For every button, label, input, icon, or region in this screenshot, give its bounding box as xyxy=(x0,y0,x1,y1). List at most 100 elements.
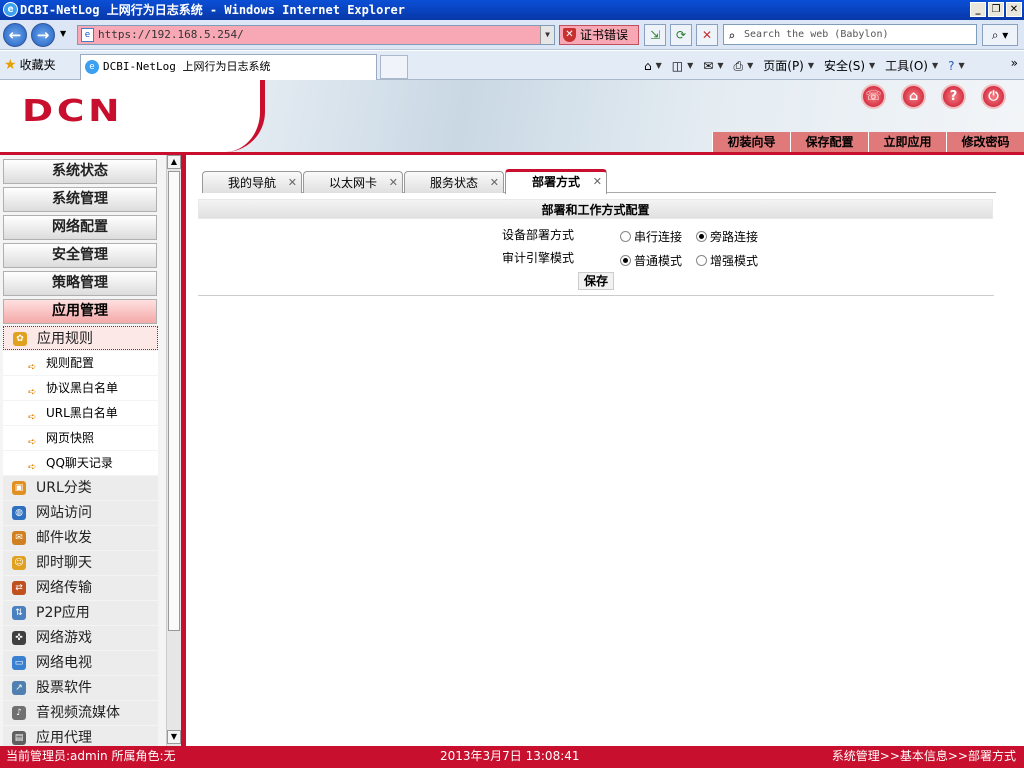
sidebar: 系统状态 系统管理 网络配置 安全管理 策略管理 应用管理 ✿ 应用规则 ➪ 规则… xyxy=(0,155,166,746)
print-icon[interactable]: ⎙ xyxy=(734,56,744,76)
sidebar-item-web-access[interactable]: ◍ 网站访问 xyxy=(3,501,158,525)
tab-my-nav[interactable]: 我的导航 ✕ xyxy=(202,171,302,193)
compat-view-button[interactable]: ⇲ xyxy=(644,24,666,46)
sidebar-scrollbar[interactable]: ▲ ▼ xyxy=(166,155,181,746)
tab-ie-icon: e xyxy=(85,60,99,74)
change-password-button[interactable]: 修改密码 xyxy=(946,132,1024,152)
logout-icon[interactable]: ⏻ xyxy=(981,84,1006,109)
sidebar-leaf-protocol-list[interactable]: ➪ 协议黑白名单 xyxy=(3,376,158,400)
sidebar-item-games[interactable]: ✜ 网络游戏 xyxy=(3,626,158,650)
mail-icon: ✉ xyxy=(12,531,26,545)
sidebar-item-streaming[interactable]: ♪ 音视频流媒体 xyxy=(3,701,158,725)
sidebar-cat-policy[interactable]: 策略管理 xyxy=(3,271,157,296)
globe-icon: ◍ xyxy=(12,506,26,520)
sidebar-item-app-rules[interactable]: ✿ 应用规则 xyxy=(3,326,158,350)
sidebar-item-url-category[interactable]: ▣ URL分类 xyxy=(3,476,158,500)
window-titlebar: e DCBI-NetLog 上网行为日志系统 - Windows Interne… xyxy=(0,0,1024,20)
maximize-button[interactable]: ❐ xyxy=(988,2,1004,17)
sidebar-cat-system-management[interactable]: 系统管理 xyxy=(3,187,157,212)
sidebar-leaf-page-snapshot[interactable]: ➪ 网页快照 xyxy=(3,426,158,450)
scroll-up-icon[interactable]: ▲ xyxy=(167,155,181,169)
app-header: DCN ☏ ⌂ ? ⏻ 初装向导 保存配置 立即应用 修改密码 xyxy=(0,80,1024,152)
history-dropdown-icon[interactable]: ▼ xyxy=(60,29,66,38)
close-tab-icon[interactable]: ✕ xyxy=(389,172,398,194)
sidebar-item-net-transfer[interactable]: ⇄ 网络传输 xyxy=(3,576,158,600)
window-title: DCBI-NetLog 上网行为日志系统 - Windows Internet … xyxy=(20,3,405,17)
tab-ethernet[interactable]: 以太网卡 ✕ xyxy=(303,171,403,193)
search-go-button[interactable]: ⌕ ▾ xyxy=(982,24,1018,46)
media-icon: ♪ xyxy=(12,706,26,720)
phone-icon[interactable]: ☏ xyxy=(861,84,886,109)
sidebar-leaf-qq-log[interactable]: ➪ QQ聊天记录 xyxy=(3,451,158,475)
engine-normal-option[interactable]: 普通模式 xyxy=(620,250,682,272)
back-button[interactable]: ← xyxy=(3,23,27,47)
tab-service-status[interactable]: 服务状态 ✕ xyxy=(404,171,504,193)
favorites-button[interactable]: ★ 收藏夹 xyxy=(4,56,56,74)
deploy-bypass-option[interactable]: 旁路连接 xyxy=(696,226,758,248)
close-tab-icon[interactable]: ✕ xyxy=(593,172,602,192)
transfer-icon: ⇄ xyxy=(12,581,26,595)
cert-error-label: 证书错误 xyxy=(580,28,629,42)
sidebar-item-p2p[interactable]: ⇅ P2P应用 xyxy=(3,601,158,625)
favorites-bar: ★ 收藏夹 e DCBI-NetLog 上网行为日志系统 ⌂ ▼ ◫ ▼ ✉ ▼ ⎙ ▼ … xyxy=(0,51,1024,80)
radio-bypass[interactable] xyxy=(696,231,707,242)
certificate-error-button[interactable]: ✕ 证书错误 xyxy=(559,25,639,45)
sidebar-item-net-tv[interactable]: ▭ 网络电视 xyxy=(3,651,158,675)
close-tab-icon[interactable]: ✕ xyxy=(288,172,297,194)
safety-menu[interactable]: 安全(S) xyxy=(824,56,865,76)
new-tab-button[interactable] xyxy=(380,55,408,79)
mail-icon[interactable]: ✉ xyxy=(703,56,713,76)
browser-tab[interactable]: e DCBI-NetLog 上网行为日志系统 xyxy=(80,54,377,80)
page-menu[interactable]: 页面(P) xyxy=(763,56,804,76)
home-button-icon[interactable]: ⌂ xyxy=(901,84,926,109)
sidebar-item-app-proxy[interactable]: ▤ 应用代理 xyxy=(3,726,158,746)
panel-title: 部署和工作方式配置 xyxy=(198,199,993,219)
p2p-icon: ⇅ xyxy=(12,606,26,620)
save-config-button[interactable]: 保存配置 xyxy=(790,132,868,152)
sidebar-cat-app-management[interactable]: 应用管理 xyxy=(3,299,157,324)
sidebar-cat-system-status[interactable]: 系统状态 xyxy=(3,159,157,184)
sidebar-cat-security[interactable]: 安全管理 xyxy=(3,243,157,268)
sidebar-item-stock[interactable]: ↗ 股票软件 xyxy=(3,676,158,700)
main-content: 我的导航 ✕ 以太网卡 ✕ 服务状态 ✕ 部署方式 ✕ 部署和工作方式配置 设备部署方式… xyxy=(186,155,1024,746)
close-tab-icon[interactable]: ✕ xyxy=(490,172,499,194)
search-icon: ⌕ xyxy=(728,29,736,43)
help-icon[interactable]: ? xyxy=(948,56,954,76)
feeds-icon[interactable]: ◫ xyxy=(672,56,683,76)
deploy-serial-option[interactable]: 串行连接 xyxy=(620,226,682,248)
setup-wizard-button[interactable]: 初装向导 xyxy=(712,132,790,152)
tab-deployment[interactable]: 部署方式 ✕ xyxy=(505,169,607,194)
sidebar-cat-network-config[interactable]: 网络配置 xyxy=(3,215,157,240)
search-input[interactable]: ⌕ Search the web (Babylon) xyxy=(723,24,977,45)
address-field[interactable]: e https://192.168.5.254/ ▼ xyxy=(77,25,555,45)
deploy-label: 设备部署方式 xyxy=(502,228,575,242)
more-chevron-icon[interactable]: » xyxy=(1011,56,1018,70)
tab-title: DCBI-NetLog 上网行为日志系统 xyxy=(103,60,271,73)
help-button-icon[interactable]: ? xyxy=(941,84,966,109)
ie-icon: e xyxy=(3,2,18,17)
stop-button[interactable]: ✕ xyxy=(696,24,718,46)
engine-enhanced-option[interactable]: 增强模式 xyxy=(696,250,758,272)
home-icon[interactable]: ⌂ xyxy=(644,56,652,76)
sidebar-leaf-rule-config[interactable]: ➪ 规则配置 xyxy=(3,351,158,375)
command-bar: ⌂ ▼ ◫ ▼ ✉ ▼ ⎙ ▼ 页面(P) ▼ 安全(S) ▼ 工具(O) ▼ ? ▼ xyxy=(644,56,975,76)
radio-serial[interactable] xyxy=(620,231,631,242)
radio-enhanced[interactable] xyxy=(696,255,707,266)
close-window-button[interactable]: ✕ xyxy=(1006,2,1022,17)
scroll-thumb[interactable] xyxy=(168,171,180,631)
sidebar-item-email[interactable]: ✉ 邮件收发 xyxy=(3,526,158,550)
sidebar-item-im[interactable]: ☺ 即时聊天 xyxy=(3,551,158,575)
address-text: https://192.168.5.254/ xyxy=(98,28,244,41)
minimize-button[interactable]: _ xyxy=(970,2,986,17)
scroll-down-icon[interactable]: ▼ xyxy=(167,730,181,744)
save-button[interactable]: 保存 xyxy=(578,272,614,290)
forward-button[interactable]: → xyxy=(31,23,55,47)
tools-menu[interactable]: 工具(O) xyxy=(885,56,928,76)
address-dropdown-icon[interactable]: ▼ xyxy=(540,26,554,44)
refresh-button[interactable]: ⟳ xyxy=(670,24,692,46)
sidebar-leaf-url-list[interactable]: ➪ URL黑白名单 xyxy=(3,401,158,425)
box-icon: ▣ xyxy=(12,481,26,495)
apply-now-button[interactable]: 立即应用 xyxy=(868,132,946,152)
datetime: 2013年3月7日 13:08:41 xyxy=(440,749,580,763)
radio-normal[interactable] xyxy=(620,255,631,266)
